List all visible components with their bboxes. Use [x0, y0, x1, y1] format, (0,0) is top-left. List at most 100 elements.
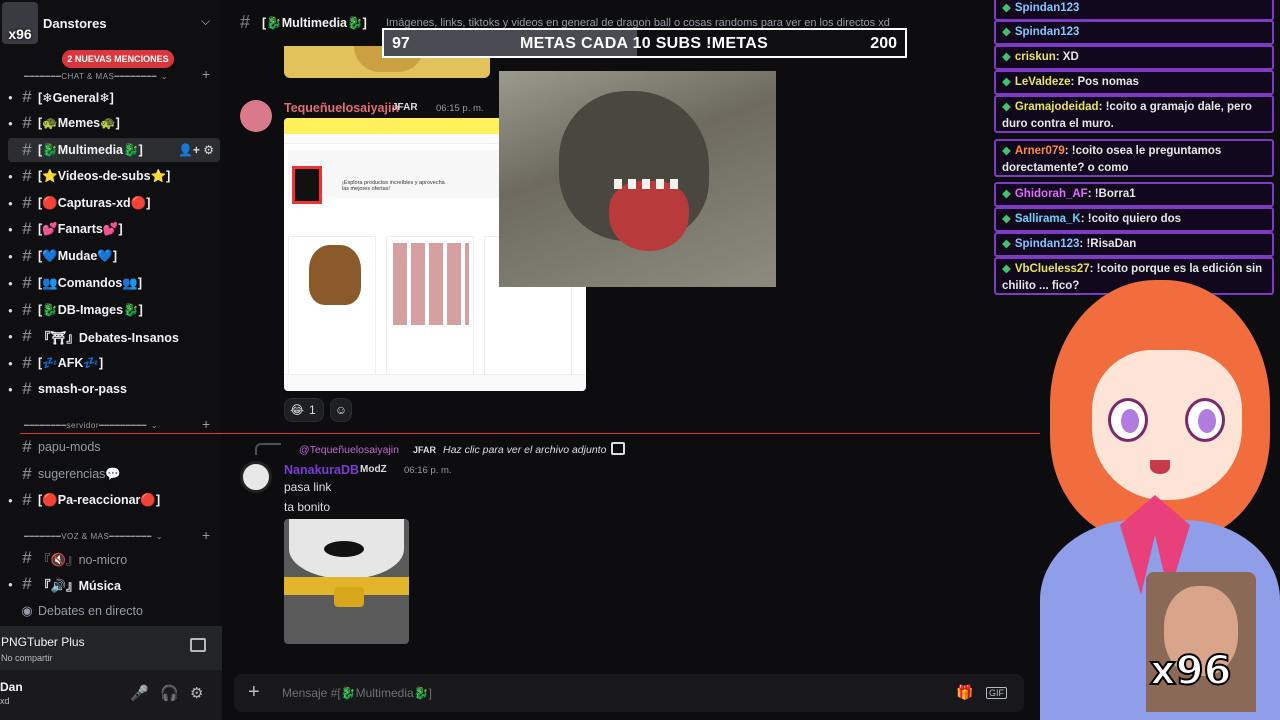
- goal-current: 97: [392, 35, 410, 52]
- hash-icon: #: [22, 490, 32, 509]
- channel-label: [👥Comandos👥]: [38, 275, 143, 290]
- hash-icon: #: [22, 574, 32, 593]
- chat-message: ◆ LeValdeze: Pos nomas: [994, 70, 1274, 95]
- server-name: Danstores: [43, 16, 107, 31]
- hash-icon: #: [22, 353, 32, 372]
- role-tag: JFAR: [392, 102, 418, 113]
- add-channel-icon[interactable]: +: [202, 527, 210, 543]
- unread-dot-icon: ●: [8, 579, 13, 589]
- reply-author[interactable]: @Tequeñuelosaiyajin: [299, 444, 399, 456]
- channel-label: [🐉DB-Images🐉]: [38, 302, 143, 317]
- image-icon: [611, 442, 625, 455]
- attach-plus-icon[interactable]: +: [248, 681, 260, 704]
- channel-videos-de-subs[interactable]: ● # [⭐Videos-de-subs⭐]: [8, 164, 220, 188]
- badge-icon: ◆: [1002, 26, 1011, 38]
- chevron-down-icon: ⌄: [155, 531, 164, 541]
- channel-no-micro[interactable]: # 『🔇』no-micro: [8, 546, 220, 570]
- channel-musica[interactable]: ● # 『🔊』Música: [8, 572, 220, 596]
- chevron-down-icon: ⌄: [150, 420, 159, 430]
- channel-multimedia[interactable]: # [🐉Multimedia🐉] 👤+ ⚙: [8, 138, 220, 162]
- category-label: CHAT & MAS: [61, 71, 115, 81]
- channel-capturas-xd[interactable]: ● # [🔴Capturas-xd🔴]: [8, 191, 220, 215]
- channel-debates-en-directo[interactable]: ◉ Debates en directo: [8, 599, 220, 623]
- unread-dot-icon: ●: [8, 384, 13, 394]
- chat-message: ◆ Gramajodeidad: !coito a gramajo dale, p…: [994, 95, 1274, 133]
- channel-label: papu-mods: [38, 440, 101, 454]
- hash-icon: #: [22, 87, 32, 106]
- message-text: pasa link: [284, 480, 332, 494]
- attachment-image[interactable]: [284, 519, 409, 644]
- channel-smash-or-pass[interactable]: ● # smash-or-pass: [8, 377, 220, 401]
- badge-icon: ◆: [1002, 101, 1011, 113]
- user-panel: Dan xd 🎤 🎧 ⚙: [0, 670, 222, 720]
- laugh-emoji-icon: 😂: [290, 403, 305, 417]
- category-label: servidor: [66, 420, 99, 430]
- channel-fanarts[interactable]: ● # [💕Fanarts💕]: [8, 217, 220, 241]
- hash-icon: #: [22, 548, 32, 567]
- category-chat[interactable]: ━━━━━━━ CHAT & MAS ━━━━━━━━ ⌄: [24, 69, 168, 83]
- chat-message: ◆ criskun: XD: [994, 45, 1274, 70]
- reply-connector: [255, 443, 281, 455]
- microphone-icon[interactable]: 🎤: [130, 684, 149, 702]
- chevron-down-icon[interactable]: ⌵: [201, 14, 210, 29]
- channel-pa-reaccionar[interactable]: ● # [🔴Pa-reaccionar🔴]: [8, 488, 220, 512]
- category-voz[interactable]: ━━━━━━━ VOZ & MAS ━━━━━━━━ ⌄: [24, 529, 163, 543]
- user-name[interactable]: Dan: [0, 680, 23, 694]
- avatar[interactable]: [240, 461, 272, 493]
- channel-db-images[interactable]: ● # [🐉DB-Images🐉]: [8, 298, 220, 322]
- unread-dot-icon: ●: [8, 171, 13, 181]
- stream-overlay-video: [499, 71, 776, 287]
- add-channel-icon[interactable]: +: [202, 416, 210, 432]
- channel-comandos[interactable]: ● # [👥Comandos👥]: [8, 271, 220, 295]
- server-avatar[interactable]: x96: [2, 2, 38, 44]
- message-author[interactable]: NanakuraDB: [284, 463, 359, 477]
- avatar[interactable]: [240, 100, 272, 132]
- channel-title: [🐉Multimedia🐉]: [262, 16, 367, 30]
- unread-dot-icon: ●: [8, 251, 13, 261]
- reply-preview-text[interactable]: Haz clic para ver el archivo adjunto: [443, 444, 606, 456]
- webcam-label: x96: [1149, 647, 1232, 695]
- add-channel-icon[interactable]: +: [202, 66, 210, 82]
- gift-icon[interactable]: 🎁: [956, 684, 973, 701]
- add-reaction-button[interactable]: ☺: [330, 398, 352, 422]
- channel-general[interactable]: ● # [❄General❄]: [8, 85, 220, 109]
- channel-label: Debates en directo: [38, 604, 143, 618]
- channel-papu-mods[interactable]: # papu-mods: [8, 435, 220, 459]
- goal-target: 200: [870, 35, 897, 52]
- channel-mudae[interactable]: ● # [💙Mudae💙]: [8, 244, 220, 268]
- channel-sugerencias[interactable]: # sugerencias💬: [8, 462, 220, 486]
- channel-label: [⭐Videos-de-subs⭐]: [38, 168, 171, 183]
- hash-icon: #: [22, 219, 32, 238]
- chat-message: ◆ Spindan123: [994, 0, 1274, 21]
- headphones-icon[interactable]: 🎧: [160, 684, 179, 702]
- hash-icon: #: [22, 464, 32, 483]
- channel-label: [💤AFK💤]: [38, 355, 104, 370]
- channel-label: 『⛩』Debates-Insanos: [38, 330, 179, 345]
- hash-icon: #: [240, 12, 251, 32]
- channel-memes[interactable]: ● # [🐢Memes🐢]: [8, 111, 220, 135]
- unread-dot-icon: ●: [8, 305, 13, 315]
- server-header[interactable]: x96 Danstores ⌵: [0, 0, 222, 46]
- message-timestamp: 06:16 p. m.: [404, 465, 452, 476]
- stage-icon: ◉: [21, 603, 33, 618]
- reaction-laugh[interactable]: 😂 1: [284, 398, 324, 422]
- subs-goal-bar: 97 METAS CADA 10 SUBS !METAS 200: [382, 28, 907, 58]
- channel-label: [🔴Pa-reaccionar🔴]: [38, 492, 161, 507]
- hash-icon: #: [22, 140, 32, 159]
- unread-dot-icon: ●: [8, 224, 13, 234]
- channel-settings-icon[interactable]: 👤+ ⚙: [178, 143, 214, 157]
- channel-debates-insanos[interactable]: ● # 『⛩』Debates-Insanos: [8, 324, 220, 348]
- screen-share-icon[interactable]: [190, 638, 206, 652]
- new-mentions-pill[interactable]: 2 NUEVAS MENCIONES: [62, 50, 174, 68]
- channel-label: 『🔊』Música: [38, 578, 121, 593]
- gear-icon[interactable]: ⚙: [190, 684, 203, 702]
- reaction-count: 1: [309, 403, 316, 417]
- hash-icon: #: [22, 326, 32, 345]
- message-author[interactable]: Tequeñuelosaiyajin: [284, 101, 399, 115]
- category-servidor[interactable]: ━━━━━━━━ servidor ━━━━━━━━━ ⌄: [24, 418, 158, 432]
- product-card: [386, 236, 474, 376]
- chat-message: ◆ Arner079: !coito osea le preguntamos do…: [994, 139, 1274, 177]
- channel-afk[interactable]: ● # [💤AFK💤]: [8, 351, 220, 375]
- message-input[interactable]: [282, 680, 882, 706]
- new-messages-divider: [20, 433, 1040, 434]
